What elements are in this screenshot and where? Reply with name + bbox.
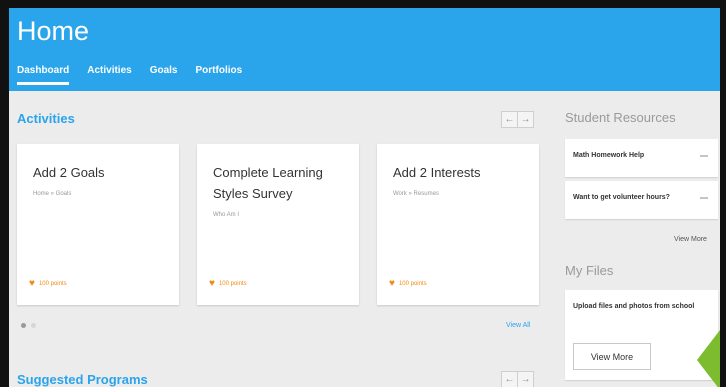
resources-view-more-link[interactable]: View More: [674, 236, 707, 243]
app-window: Home Dashboard Activities Goals Portfoli…: [9, 8, 720, 387]
resource-item-label: Math Homework Help: [573, 152, 645, 159]
dash-icon: [700, 197, 708, 199]
my-files-heading: My Files: [565, 263, 614, 278]
activity-card-title: Add 2 Goals: [33, 165, 105, 180]
activity-card-path: Work » Resumes: [393, 191, 439, 197]
activity-card-path: Who Am I: [213, 212, 240, 218]
activities-pager: ← →: [501, 111, 534, 128]
suggested-prev-button[interactable]: ←: [501, 371, 518, 387]
points-label: 100 points: [218, 280, 247, 287]
activity-card-points: ♥ 100 points: [389, 278, 427, 289]
page-title: Home: [17, 16, 90, 46]
activity-card-points: ♥ 100 points: [209, 278, 247, 289]
points-label: 100 points: [398, 280, 427, 287]
green-arrow-icon: [697, 330, 720, 387]
carousel-dot[interactable]: [21, 323, 26, 328]
activities-heading: Activities: [17, 111, 75, 126]
resource-item-math-help[interactable]: Math Homework Help: [565, 139, 718, 177]
carousel-dots: [21, 323, 36, 328]
resource-item-label: Want to get volunteer hours?: [573, 194, 670, 201]
files-view-more-button[interactable]: View More: [573, 343, 651, 370]
suggested-next-button[interactable]: →: [517, 371, 534, 387]
points-label: 100 points: [38, 280, 67, 287]
suggested-pager: ← →: [501, 371, 534, 387]
resource-item-volunteer-hours[interactable]: Want to get volunteer hours?: [565, 181, 718, 219]
tab-dashboard[interactable]: Dashboard: [17, 65, 70, 85]
tab-portfolios[interactable]: Portfolios: [196, 65, 243, 85]
carousel-dot[interactable]: [31, 323, 36, 328]
my-files-card: Upload files and photos from school View…: [565, 290, 718, 380]
activity-card-path: Home » Goals: [33, 191, 72, 197]
suggested-programs-heading: Suggested Programs: [17, 372, 148, 387]
heart-icon: ♥: [209, 278, 215, 289]
activities-next-button[interactable]: →: [517, 111, 534, 128]
activity-card-learning-styles[interactable]: Complete Learning Styles Survey Who Am I…: [197, 144, 359, 305]
header-bar: Home Dashboard Activities Goals Portfoli…: [9, 8, 720, 91]
tab-activities[interactable]: Activities: [87, 65, 131, 85]
my-files-text: Upload files and photos from school: [573, 303, 695, 310]
activity-card-add-goals[interactable]: Add 2 Goals Home » Goals ♥ 100 points: [17, 144, 179, 305]
tab-goals[interactable]: Goals: [150, 65, 178, 85]
dash-icon: [700, 155, 708, 157]
activity-card-points: ♥ 100 points: [29, 278, 67, 289]
activity-card-title: Complete Learning Styles Survey: [213, 165, 323, 201]
activities-prev-button[interactable]: ←: [501, 111, 518, 128]
heart-icon: ♥: [29, 278, 35, 289]
activity-card-add-interests[interactable]: Add 2 Interests Work » Resumes ♥ 100 poi…: [377, 144, 539, 305]
activity-card-title: Add 2 Interests: [393, 165, 481, 180]
view-all-link[interactable]: View All: [506, 322, 530, 329]
nav-tabs: Dashboard Activities Goals Portfolios: [17, 65, 242, 85]
student-resources-heading: Student Resources: [565, 110, 676, 125]
heart-icon: ♥: [389, 278, 395, 289]
